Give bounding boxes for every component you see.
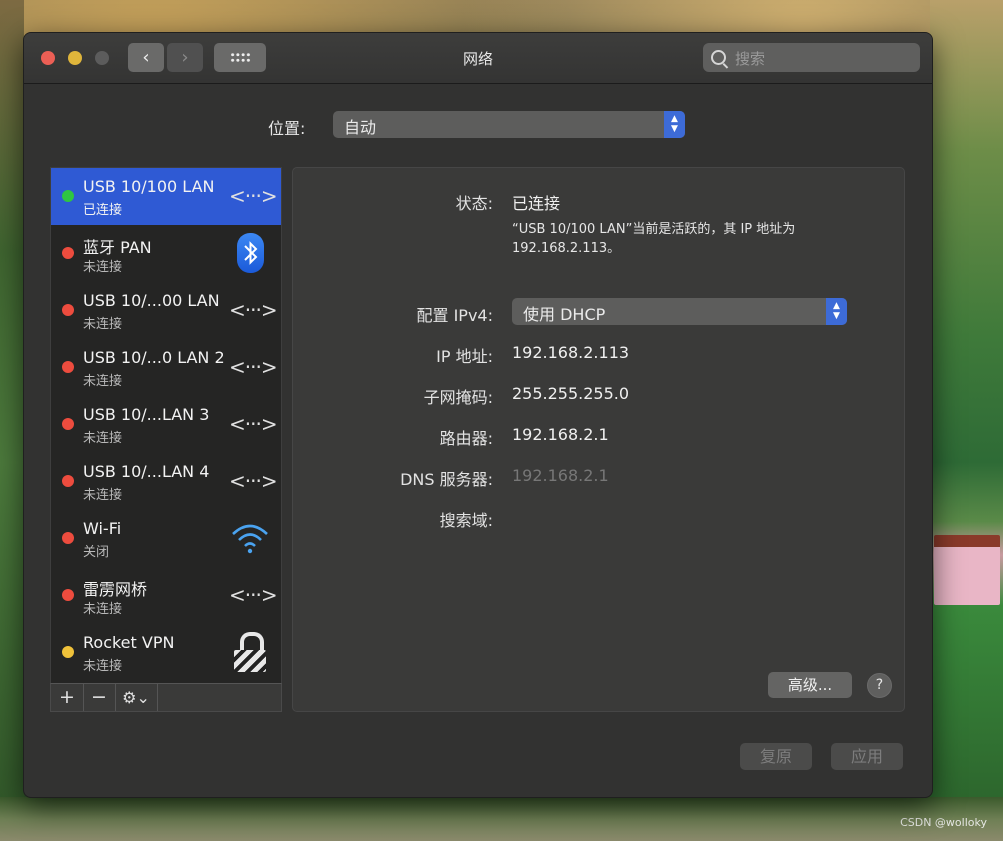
gear-menu-button[interactable]: ⚙⌄: [115, 684, 158, 711]
service-name: Rocket VPN: [83, 633, 175, 652]
advanced-button[interactable]: 高级...: [768, 672, 852, 698]
service-list-toolbar: + − ⚙⌄: [50, 683, 282, 712]
status-dot-disconnected: [62, 589, 74, 601]
router-label: 路由器:: [439, 429, 493, 448]
service-item-usb-lan-5[interactable]: USB 10/...LAN 4 未连接 <···>: [51, 453, 281, 510]
status-dot-disconnected: [62, 532, 74, 544]
location-label: 位置:: [268, 119, 306, 138]
ip-address-value: 192.168.2.113: [512, 343, 630, 362]
service-item-usb-lan-4[interactable]: USB 10/...LAN 3 未连接 <···>: [51, 396, 281, 453]
service-detail-panel: 状态: 已连接 “USB 10/100 LAN”当前是活跃的，其 IP 地址为 …: [292, 167, 905, 712]
ethernet-icon: <···>: [229, 298, 278, 322]
service-name: USB 10/...00 LAN: [83, 291, 220, 310]
status-dot-disconnected: [62, 475, 74, 487]
search-placeholder: 搜索: [735, 50, 766, 68]
select-arrows-icon: ▲ ▼: [826, 298, 847, 325]
service-status: 未连接: [83, 659, 123, 674]
title-bar: ‹ › 网络 搜索: [24, 33, 932, 84]
location-select[interactable]: 自动 ▲ ▼: [333, 111, 685, 138]
service-name: Wi-Fi: [83, 519, 122, 538]
ethernet-icon: <···>: [229, 583, 278, 607]
desktop-background-bottom: [0, 797, 1003, 841]
ip-address-label: IP 地址:: [436, 347, 493, 366]
service-status: 未连接: [83, 488, 123, 503]
service-item-wifi[interactable]: Wi-Fi 关闭: [51, 510, 281, 567]
service-name: USB 10/...0 LAN 2: [83, 348, 225, 367]
service-name: USB 10/...LAN 3: [83, 405, 210, 424]
ethernet-icon: <···>: [229, 184, 278, 208]
location-value: 自动: [344, 118, 377, 137]
ethernet-icon: <···>: [229, 469, 278, 493]
desktop-background-left: [0, 0, 24, 841]
service-status: 未连接: [83, 260, 123, 275]
service-status: 未连接: [83, 602, 123, 617]
service-name: 蓝牙 PAN: [83, 238, 152, 257]
bluetooth-icon: [237, 233, 264, 273]
service-name: USB 10/100 LAN: [83, 177, 215, 196]
status-dot-disconnected: [62, 361, 74, 373]
status-dot-disconnected: [62, 418, 74, 430]
network-preferences-window: ‹ › 网络 搜索 位置: 自动 ▲ ▼ USB 10/100 LAN 已连接 <…: [23, 32, 933, 798]
select-arrows-icon: ▲ ▼: [664, 111, 685, 138]
search-domain-label: 搜索域:: [439, 511, 493, 530]
service-name: USB 10/...LAN 4: [83, 462, 210, 481]
status-description: “USB 10/100 LAN”当前是活跃的，其 IP 地址为 192.168.…: [512, 222, 796, 256]
add-service-button[interactable]: +: [51, 684, 84, 711]
service-status: 未连接: [83, 317, 123, 332]
subnet-mask-label: 子网掩码:: [423, 388, 493, 407]
service-status: 未连接: [83, 374, 123, 389]
service-item-rocket-vpn[interactable]: Rocket VPN 未连接: [51, 624, 281, 681]
status-dot-connected: [62, 190, 74, 202]
lock-icon: [234, 632, 266, 674]
status-dot-vpn: [62, 646, 74, 658]
status-dot-disconnected: [62, 304, 74, 316]
wifi-icon: [229, 520, 271, 556]
router-value: 192.168.2.1: [512, 425, 609, 444]
ethernet-icon: <···>: [229, 412, 278, 436]
status-value: 已连接: [512, 194, 561, 213]
ethernet-icon: <···>: [229, 355, 278, 379]
watermark: CSDN @wolloky: [900, 816, 987, 829]
search-field[interactable]: 搜索: [703, 43, 920, 72]
service-status: 关闭: [83, 545, 110, 560]
service-status: 已连接: [83, 203, 123, 218]
status-dot-disconnected: [62, 247, 74, 259]
config-ipv4-label: 配置 IPv4:: [416, 306, 494, 325]
service-item-usb-lan-3[interactable]: USB 10/...0 LAN 2 未连接 <···>: [51, 339, 281, 396]
subnet-mask-value: 255.255.255.0: [512, 384, 630, 403]
service-status: 未连接: [83, 431, 123, 446]
apply-button[interactable]: 应用: [831, 743, 903, 770]
config-ipv4-value: 使用 DHCP: [523, 305, 606, 324]
service-list: USB 10/100 LAN 已连接 <···> 蓝牙 PAN 未连接 USB …: [50, 167, 282, 685]
desktop-background-right: [930, 0, 1003, 841]
background-house: [934, 535, 1000, 605]
service-item-thunderbolt-bridge[interactable]: 雷雳网桥 未连接 <···>: [51, 567, 281, 624]
status-label: 状态:: [455, 194, 493, 213]
service-item-usb-lan[interactable]: USB 10/100 LAN 已连接 <···>: [51, 168, 281, 225]
remove-service-button[interactable]: −: [83, 684, 116, 711]
service-item-bluetooth-pan[interactable]: 蓝牙 PAN 未连接: [51, 225, 281, 282]
search-icon: [711, 50, 726, 65]
help-button[interactable]: ?: [867, 673, 892, 698]
service-name: 雷雳网桥: [83, 580, 148, 599]
revert-button[interactable]: 复原: [740, 743, 812, 770]
dns-server-label: DNS 服务器:: [400, 470, 493, 489]
dns-server-value: 192.168.2.1: [512, 466, 609, 485]
service-item-usb-lan-2[interactable]: USB 10/...00 LAN 未连接 <···>: [51, 282, 281, 339]
config-ipv4-select[interactable]: 使用 DHCP ▲ ▼: [512, 298, 847, 325]
